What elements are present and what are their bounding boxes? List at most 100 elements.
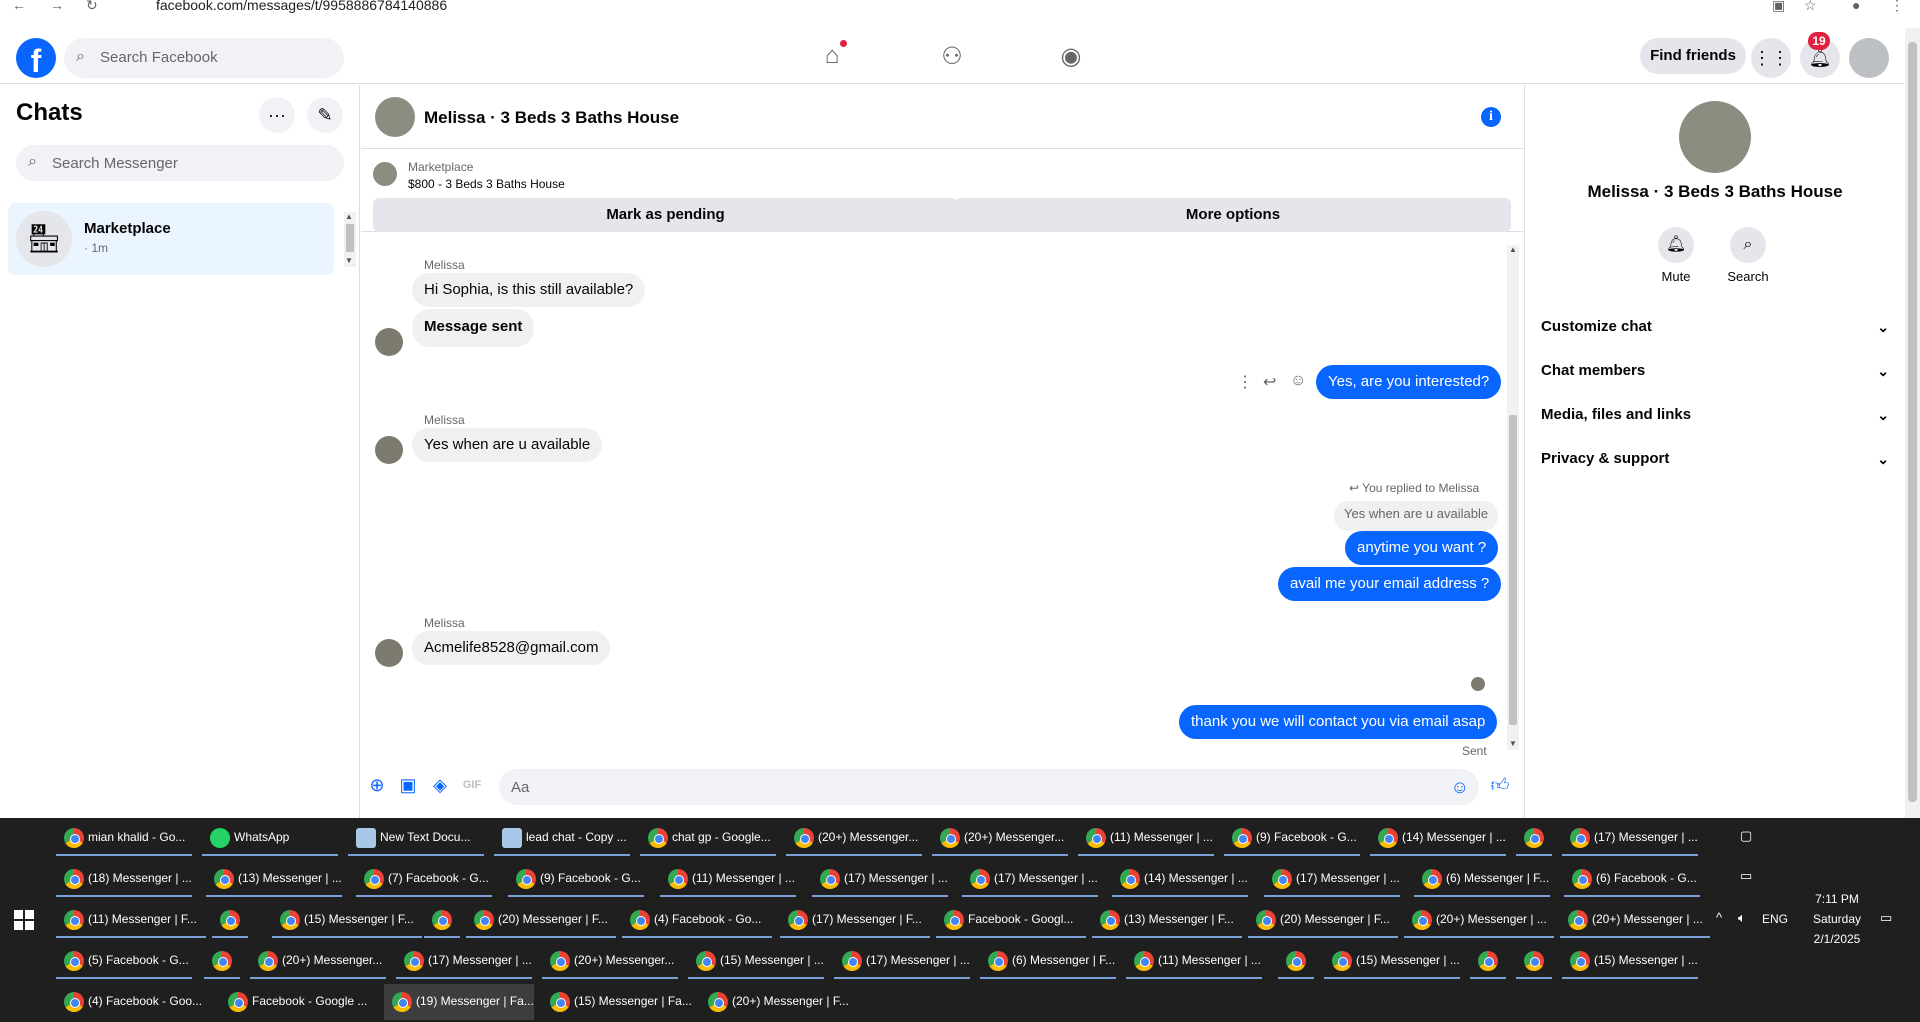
taskbar-item[interactable] (1516, 943, 1552, 979)
taskbar-item[interactable]: (9) Facebook - G... (1224, 820, 1360, 856)
emoji-icon[interactable]: ☺ (1451, 777, 1469, 798)
search-button[interactable]: ⌕ Search (1718, 227, 1778, 284)
taskbar-item[interactable]: New Text Docu... (348, 820, 484, 856)
like-icon[interactable]: 👍︎ (1489, 774, 1511, 796)
taskbar-item[interactable]: (17) Messenger | ... (962, 861, 1098, 897)
info-icon[interactable]: i (1481, 107, 1501, 127)
kebab-icon[interactable]: ⋮ (1890, 0, 1904, 14)
chat-members-section[interactable]: Chat members ⌄ (1541, 353, 1889, 389)
taskbar-item[interactable]: (7) Facebook - G... (356, 861, 492, 897)
taskbar-item[interactable] (212, 902, 248, 938)
reload-icon[interactable]: ↻ (86, 0, 98, 14)
taskbar-item[interactable] (1278, 943, 1314, 979)
taskbar-item[interactable] (1470, 943, 1506, 979)
facebook-logo[interactable]: f (16, 38, 56, 79)
gif-icon[interactable]: GIF (461, 774, 483, 796)
taskbar-item[interactable]: WhatsApp (202, 820, 338, 856)
outgoing-message[interactable]: anytime you want ? (1345, 531, 1499, 565)
notification-center-icon[interactable]: ▭ (1880, 910, 1892, 926)
taskbar-item[interactable]: (6) Messenger | F... (980, 943, 1116, 979)
scroll-thumb[interactable] (1509, 415, 1517, 725)
privacy-support-section[interactable]: Privacy & support ⌄ (1541, 441, 1889, 477)
taskbar-item[interactable]: (15) Messenger | Fa... (542, 984, 692, 1020)
conversation-title[interactable]: Melissa · 3 Beds 3 Baths House (424, 108, 679, 128)
contact-avatar[interactable] (1679, 101, 1751, 173)
incoming-message[interactable]: Yes when are u available (412, 428, 603, 462)
taskbar-item[interactable]: (20+) Messenger | F... (700, 984, 850, 1020)
reply-quote[interactable]: Yes when are u available (1334, 501, 1499, 531)
taskbar-item[interactable]: (20+) Messenger... (786, 820, 922, 856)
outgoing-message[interactable]: avail me your email address ? (1278, 567, 1502, 601)
taskbar-item[interactable]: (14) Messenger | ... (1112, 861, 1248, 897)
taskbar-item[interactable]: (20) Messenger | F... (1248, 902, 1398, 938)
listing-thumbnail[interactable] (373, 162, 397, 186)
windows-icon[interactable] (14, 910, 34, 930)
taskbar-item[interactable]: (13) Messenger | ... (206, 861, 342, 897)
profile-icon[interactable]: ● (1852, 0, 1860, 13)
emoji-icon[interactable]: ☺ (1290, 372, 1306, 390)
outgoing-message[interactable]: Yes, are you interested? (1316, 365, 1502, 399)
back-icon[interactable]: ← (12, 0, 26, 13)
taskbar-item[interactable] (204, 943, 240, 979)
task-view-icon[interactable]: ▢ (1740, 828, 1752, 844)
mute-button[interactable]: 🔔︎ Mute (1646, 227, 1706, 284)
find-friends-button[interactable]: Find friends (1640, 38, 1746, 74)
taskbar-item[interactable]: chat gp - Google... (640, 820, 776, 856)
media-files-section[interactable]: Media, files and links ⌄ (1541, 397, 1889, 433)
taskbar-item[interactable]: (11) Messenger | ... (1126, 943, 1262, 979)
taskbar-item[interactable]: (17) Messenger | ... (834, 943, 970, 979)
taskbar-item[interactable]: (20) Messenger | F... (466, 902, 616, 938)
outgoing-message[interactable]: thank you we will contact you via email … (1179, 705, 1498, 739)
chevron-up-icon[interactable]: ^ (1716, 910, 1722, 925)
customize-chat-section[interactable]: Customize chat ⌄ (1541, 309, 1889, 345)
clock-time[interactable]: 7:11 PM (1807, 892, 1867, 906)
forward-icon[interactable]: → (50, 0, 64, 13)
incoming-message[interactable]: Hi Sophia, is this still available? (412, 273, 646, 307)
incoming-message[interactable]: Acmelife8528@gmail.com (412, 631, 611, 665)
sender-avatar[interactable] (375, 639, 403, 667)
more-icon[interactable]: ⋮ (1237, 372, 1253, 392)
taskbar-item-active[interactable]: (19) Messenger | Fa... (384, 984, 534, 1020)
clock-date[interactable]: 2/1/2025 (1802, 932, 1872, 946)
more-options-button[interactable]: More options (955, 198, 1511, 232)
scroll-thumb[interactable] (1908, 42, 1917, 802)
taskbar-item[interactable]: (20+) Messenger | ... (1560, 902, 1710, 938)
sidebar-scrollbar[interactable]: ▲ ▼ (344, 212, 356, 267)
sender-avatar[interactable] (375, 328, 403, 356)
star-icon[interactable]: ☆ (1804, 0, 1817, 14)
taskbar-item[interactable]: (11) Messenger | F... (56, 902, 206, 938)
language-indicator[interactable]: ENG (1762, 912, 1788, 926)
install-icon[interactable]: ▣ (1772, 0, 1785, 14)
conversation-scrollbar[interactable]: ▲ ▼ (1507, 245, 1519, 750)
facebook-search[interactable]: ⌕ Search Facebook (64, 38, 344, 78)
taskbar-item[interactable]: (4) Facebook - Goo... (56, 984, 206, 1020)
scroll-up-icon[interactable]: ▲ (1509, 245, 1517, 254)
sender-avatar[interactable] (375, 436, 403, 464)
taskbar-item[interactable]: (6) Facebook - G... (1564, 861, 1700, 897)
messenger-search[interactable]: ⌕ Search Messenger (16, 145, 344, 181)
taskbar-item[interactable]: Facebook - Googl... (936, 902, 1086, 938)
taskbar-item[interactable]: (17) Messenger | ... (1264, 861, 1400, 897)
sticker-icon[interactable]: ◈ (429, 774, 451, 796)
account-avatar[interactable] (1849, 38, 1889, 78)
taskbar-item[interactable]: (15) Messenger | ... (1562, 943, 1698, 979)
groups-icon[interactable]: ◉ (1056, 42, 1086, 72)
taskbar-item[interactable]: (20+) Messenger | ... (1404, 902, 1554, 938)
listing-title[interactable]: $800 - 3 Beds 3 Baths House (408, 177, 565, 191)
scroll-down-icon[interactable]: ▼ (1509, 739, 1517, 748)
compose-icon[interactable]: ✎ (307, 97, 343, 133)
taskbar-item[interactable]: (15) Messenger | ... (1324, 943, 1460, 979)
taskbar-item[interactable]: (9) Facebook - G... (508, 861, 644, 897)
reply-icon[interactable]: ↩ (1263, 372, 1276, 392)
taskbar-item[interactable]: (17) Messenger | ... (812, 861, 948, 897)
taskbar-item[interactable]: (18) Messenger | ... (56, 861, 192, 897)
taskbar-item[interactable]: lead chat - Copy ... (494, 820, 630, 856)
more-icon[interactable]: ··· (259, 97, 295, 133)
taskbar-item[interactable]: (17) Messenger | ... (1562, 820, 1698, 856)
clock-day[interactable]: Saturday (1802, 912, 1872, 926)
message-input[interactable]: Aa ☺ (499, 769, 1479, 805)
taskbar-item[interactable]: (4) Facebook - Go... (622, 902, 772, 938)
taskbar-item[interactable]: (17) Messenger | ... (396, 943, 532, 979)
taskbar-item[interactable]: (5) Facebook - G... (56, 943, 192, 979)
page-scrollbar[interactable] (1905, 28, 1920, 818)
